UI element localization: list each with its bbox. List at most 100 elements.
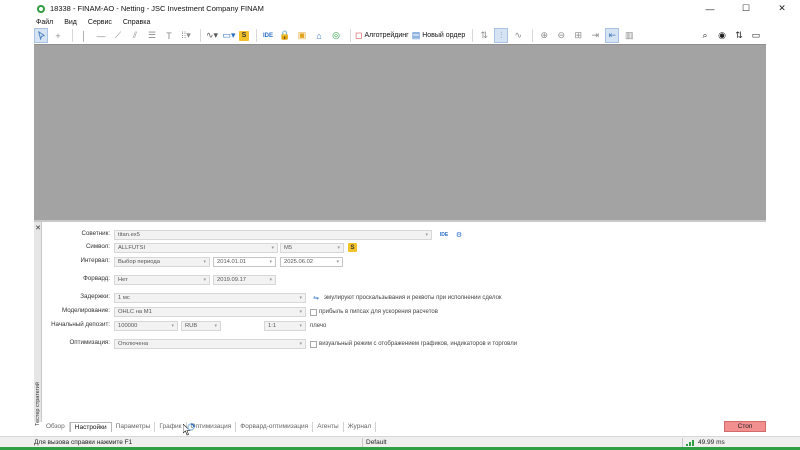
vertical-line-icon[interactable]: │ <box>77 28 91 43</box>
tab-overview[interactable]: Обзор <box>42 421 70 432</box>
tester-side-label: Тестер стратегий <box>35 382 41 426</box>
stop-button[interactable]: Стоп <box>724 421 766 432</box>
interval-label: Интервал: <box>80 257 111 264</box>
tab-journal[interactable]: Журнал <box>344 421 377 432</box>
connection-status-icon[interactable]: ⇅ <box>732 28 746 43</box>
indicators-icon[interactable]: ∿▾ <box>205 28 219 43</box>
new-order-button[interactable]: ▤ Новый ордер <box>412 28 466 43</box>
delays-description: эмулируют проскальзывания и реквоты при … <box>324 295 502 301</box>
web-icon[interactable]: ◎ <box>329 28 343 43</box>
text-tool-icon[interactable]: T <box>162 28 176 43</box>
crosshair-icon[interactable]: + <box>51 28 65 43</box>
menu-view[interactable]: Вид <box>64 19 77 26</box>
visual-mode-description: визуальный режим с отображением графиков… <box>319 341 518 347</box>
pips-profit-checkbox[interactable] <box>310 309 317 316</box>
shapes-menu-icon[interactable]: ⁞⁞▾ <box>179 28 193 43</box>
leverage-label: плечо <box>310 323 327 329</box>
strategy-tester-panel: ✕ Тестер стратегий Советник: titan.ex5 ▾ … <box>34 220 766 426</box>
advisor-select[interactable]: titan.ex5 ▾ <box>114 230 432 240</box>
chevron-down-icon: ▾ <box>171 323 174 329</box>
line-chart-icon[interactable]: ∿ <box>511 28 525 43</box>
forward-label: Форвард: <box>83 275 110 282</box>
window-title: 18338 - FINAM-AO - Netting - JSC Investm… <box>50 4 264 13</box>
scroll-chart-icon[interactable]: ⇥ <box>588 28 602 43</box>
periods-icon[interactable]: ▥ <box>622 28 636 43</box>
close-panel-icon[interactable]: ✕ <box>34 224 42 232</box>
status-profile[interactable]: Default <box>366 439 387 446</box>
status-help-text: Для вызова справки нажмите F1 <box>34 438 133 446</box>
zoom-in-icon[interactable]: ⊕ <box>537 28 551 43</box>
chevron-down-icon: ▾ <box>425 232 428 238</box>
chevron-down-icon: ▾ <box>203 277 206 283</box>
forward-select[interactable]: Нет ▾ <box>114 275 210 285</box>
menu-service[interactable]: Сервис <box>88 19 112 26</box>
ide-icon[interactable]: IDE <box>261 28 275 43</box>
pips-profit-description: прибыль в пипсах для ускорения расчетов <box>319 309 438 315</box>
delays-settings-icon[interactable]: ⇋ <box>311 293 321 303</box>
menu-bar: Файл Вид Сервис Справка <box>36 17 161 27</box>
signals-icon[interactable]: S <box>239 30 249 41</box>
tester-side-strip: ✕ Тестер стратегий <box>34 222 42 426</box>
timeframe-select[interactable]: M5 ▾ <box>280 243 344 253</box>
tester-tabs: Обзор Настройки Параметры График Оптимиз… <box>42 421 377 432</box>
calendar-dropdown-icon: ▾ <box>269 277 272 283</box>
calendar-dropdown-icon: ▾ <box>269 259 272 265</box>
search-icon[interactable]: ⌕ <box>698 28 712 43</box>
leverage-select[interactable]: 1:1 ▾ <box>264 321 306 331</box>
chevron-down-icon: ▾ <box>271 245 274 251</box>
interval-select[interactable]: Выбор периода ▾ <box>114 257 210 267</box>
signal-strength-icon <box>686 440 694 446</box>
zoom-out-icon[interactable]: ⊖ <box>554 28 568 43</box>
deposit-select[interactable]: 100000 ▾ <box>114 321 178 331</box>
chevron-down-icon: ▾ <box>299 309 302 315</box>
tab-parameters[interactable]: Параметры <box>112 421 156 432</box>
vps-icon[interactable]: ⌂ <box>312 28 326 43</box>
symbol-specs-icon[interactable]: S <box>348 243 357 252</box>
date-to-field[interactable]: 2025.06.02 ▾ <box>280 257 343 267</box>
lock-icon[interactable]: 🔒 <box>278 28 292 43</box>
chart-area[interactable] <box>34 44 766 220</box>
forward-date-field[interactable]: 2019.09.17 ▾ <box>213 275 276 285</box>
chat-icon[interactable]: ▭ <box>749 28 763 43</box>
chevron-down-icon: ▾ <box>299 323 302 329</box>
cursor-tool-icon[interactable] <box>34 28 48 43</box>
tile-windows-icon[interactable]: ⊞ <box>571 28 585 43</box>
bar-chart-icon[interactable]: ⫶ <box>494 28 509 43</box>
date-from-field[interactable]: 2014.01.01 ▾ <box>213 257 276 267</box>
visual-mode-checkbox[interactable] <box>310 341 317 348</box>
chevron-down-icon: ▾ <box>299 341 302 347</box>
tab-forward-optimization[interactable]: Форвард-оптимизация <box>236 421 314 432</box>
currency-select[interactable]: RUB ▾ <box>181 321 221 331</box>
tab-graph[interactable]: График <box>155 421 187 432</box>
chevron-down-icon: ▾ <box>337 245 340 251</box>
minimize-button[interactable]: — <box>692 0 728 17</box>
fibonacci-icon[interactable]: ☰ <box>145 28 159 43</box>
advisor-label: Советник: <box>81 230 111 237</box>
horizontal-line-icon[interactable]: — <box>94 28 108 43</box>
menu-help[interactable]: Справка <box>123 19 150 26</box>
deposit-label: Начальный депозит: <box>51 321 110 328</box>
menu-file[interactable]: Файл <box>36 19 53 26</box>
optimization-select[interactable]: Отключена ▾ <box>114 339 306 349</box>
depth-of-market-icon[interactable]: ⇅ <box>477 28 491 43</box>
delays-label: Задержки: <box>80 293 110 300</box>
ide-icon[interactable]: IDE <box>439 230 449 240</box>
maximize-button[interactable]: ☐ <box>728 0 764 17</box>
channel-icon[interactable]: ⫽ <box>128 28 142 43</box>
templates-icon[interactable]: ▭▾ <box>222 28 236 43</box>
tab-settings[interactable]: Настройки <box>69 421 112 432</box>
window-controls: — ☐ ✕ <box>692 0 800 17</box>
gear-icon[interactable]: ⚙ <box>454 230 464 240</box>
modeling-select[interactable]: OHLC на M1 ▾ <box>114 307 306 317</box>
chart-shift-icon[interactable]: ⇤ <box>605 28 620 43</box>
account-icon[interactable]: ◉ <box>715 28 729 43</box>
delays-select[interactable]: 1 мс ▾ <box>114 293 306 303</box>
modeling-label: Моделирование: <box>61 307 110 314</box>
close-window-button[interactable]: ✕ <box>764 0 800 17</box>
tab-agents[interactable]: Агенты <box>313 421 344 432</box>
main-toolbar: + │ — ⟋ ⫽ ☰ T ⁞⁞▾ ∿▾ ▭▾ S IDE 🔒 ▣ ⌂ ◎ ◻ … <box>34 27 766 44</box>
market-icon[interactable]: ▣ <box>295 28 309 43</box>
algo-trading-button[interactable]: ◻ Алготрейдинг <box>355 28 409 43</box>
trend-line-icon[interactable]: ⟋ <box>111 28 125 43</box>
symbol-select[interactable]: ALLFUTSI ▾ <box>114 243 278 253</box>
